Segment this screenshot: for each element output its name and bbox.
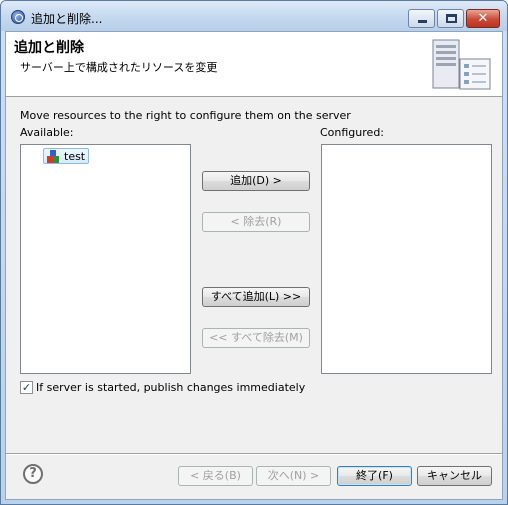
minimize-icon: [418, 20, 427, 23]
remove-all-button[interactable]: << すべて除去(M): [202, 328, 310, 348]
window-title: 追加と削除...: [31, 12, 103, 26]
remove-button[interactable]: < 除去(R): [202, 212, 310, 232]
add-button[interactable]: 追加(D) >: [202, 171, 310, 191]
list-item[interactable]: test: [43, 148, 90, 164]
maximize-icon: [446, 14, 457, 23]
configured-list[interactable]: [321, 144, 492, 374]
back-button[interactable]: < 戻る(B): [178, 466, 253, 486]
available-label: Available:: [20, 126, 74, 139]
close-icon: ✕: [477, 11, 489, 26]
configured-label: Configured:: [320, 126, 385, 139]
title-bar[interactable]: 追加と削除... ✕: [1, 1, 507, 31]
available-list[interactable]: test: [20, 144, 191, 374]
project-icon: [47, 150, 59, 163]
server-icon: [432, 39, 491, 90]
cancel-button[interactable]: キャンセル: [417, 466, 492, 486]
close-button[interactable]: ✕: [466, 9, 500, 28]
maximize-button[interactable]: [437, 9, 464, 28]
checkmark-icon: ✓: [21, 381, 32, 394]
app-icon: [11, 10, 25, 24]
wizard-banner: 追加と削除 サーバー上で構成されたリソースを変更: [6, 32, 502, 97]
next-button[interactable]: 次へ(N) >: [256, 466, 331, 486]
footer-separator: [6, 453, 502, 455]
add-all-button[interactable]: すべて追加(L) >>: [202, 287, 310, 307]
banner-description: サーバー上で構成されたリソースを変更: [20, 61, 218, 74]
dialog-client: 追加と削除 サーバー上で構成されたリソースを変更 Move resources …: [5, 31, 503, 500]
instruction-text: Move resources to the right to configure…: [20, 109, 351, 122]
minimize-button[interactable]: [408, 9, 435, 28]
help-icon[interactable]: ?: [23, 464, 43, 484]
publish-checkbox[interactable]: ✓: [20, 381, 33, 394]
list-item-label: test: [64, 150, 86, 163]
dialog-window: 追加と削除... ✕ 追加と削除 サーバー上で構成されたリソースを変更 Move…: [0, 0, 508, 505]
finish-button[interactable]: 終了(F): [337, 466, 412, 486]
banner-title: 追加と削除: [14, 40, 84, 56]
publish-checkbox-label[interactable]: If server is started, publish changes im…: [36, 381, 305, 394]
